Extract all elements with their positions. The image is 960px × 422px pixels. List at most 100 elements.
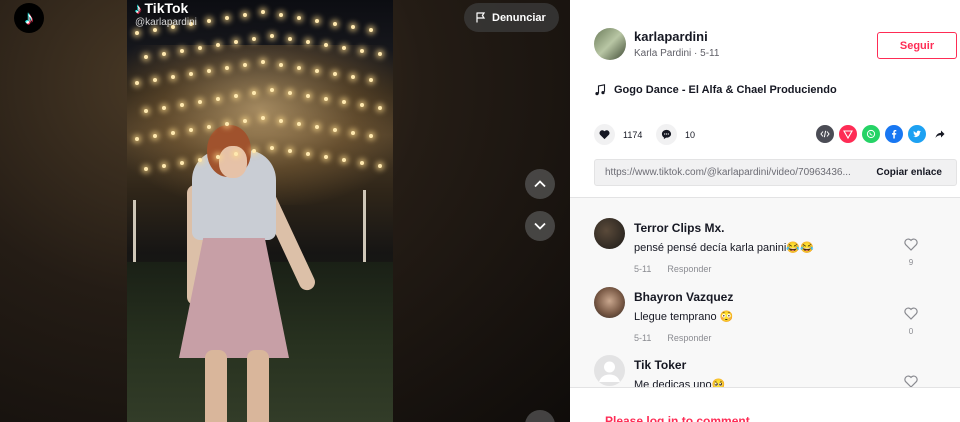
copy-link-button[interactable]: Copiar enlace	[866, 167, 956, 178]
report-button[interactable]: Denunciar	[464, 3, 559, 32]
flag-icon	[476, 12, 486, 23]
light-bulb	[324, 43, 328, 47]
light-bulb	[333, 72, 337, 76]
comments-list[interactable]: Terror Clips Mx. pensé pensé decía karla…	[570, 197, 960, 387]
commenter-name[interactable]: Tik Toker	[634, 358, 914, 372]
author-username[interactable]: karlapardini	[634, 29, 719, 44]
comment-like[interactable]: 9	[903, 238, 919, 267]
light-bulb	[351, 131, 355, 135]
default-avatar-icon	[599, 361, 620, 382]
like-count: 1174	[623, 129, 643, 140]
video-link-url[interactable]: https://www.tiktok.com/@karlapardini/vid…	[595, 167, 866, 178]
author-display-name: Karla Pardini	[634, 48, 692, 59]
commenter-avatar[interactable]	[594, 287, 625, 318]
light-bulb	[198, 100, 202, 104]
light-bulb	[234, 94, 238, 98]
comment-like[interactable]	[903, 375, 919, 387]
previous-video-button[interactable]	[525, 169, 555, 199]
heart-outline-icon	[904, 307, 918, 320]
light-bulb	[324, 97, 328, 101]
video-link-box: https://www.tiktok.com/@karlapardini/vid…	[594, 159, 957, 186]
light-bulb	[306, 152, 310, 156]
light-bulb	[288, 37, 292, 41]
light-bulb	[252, 91, 256, 95]
light-bulb	[234, 40, 238, 44]
music-link[interactable]: Gogo Dance - El Alfa & Chael Produciendo	[594, 84, 837, 96]
light-bulb	[342, 46, 346, 50]
light-bulb	[162, 164, 166, 168]
like-button[interactable]	[594, 124, 615, 145]
commenter-name[interactable]: Bhayron Vazquez	[634, 290, 914, 304]
commenter-avatar[interactable]	[594, 355, 625, 386]
tiktok-video-page: ♪ ♪ TikTok @karlapardini Denunciar karla…	[0, 0, 960, 422]
reply-button[interactable]: Responder	[667, 333, 711, 343]
person-leg	[247, 350, 269, 422]
light-bulb	[234, 152, 238, 156]
reply-button[interactable]: Responder	[667, 264, 711, 274]
light-bulb	[135, 81, 139, 85]
embed-icon[interactable]	[816, 125, 834, 143]
light-bulb	[180, 103, 184, 107]
tiktok-logo-icon[interactable]: ♪	[14, 3, 44, 33]
light-bulb	[144, 167, 148, 171]
light-bulb	[288, 91, 292, 95]
watermark-username: @karlapardini	[135, 17, 197, 28]
light-bulb	[270, 88, 274, 92]
video-watermark: ♪ TikTok @karlapardini	[135, 0, 197, 28]
commenter-avatar[interactable]	[594, 218, 625, 249]
light-bulb	[189, 128, 193, 132]
light-bulb	[189, 72, 193, 76]
comment-like-count: 9	[908, 258, 914, 267]
light-bulb	[252, 149, 256, 153]
music-note-icon	[595, 84, 606, 96]
light-bulb	[144, 109, 148, 113]
comment-like-count: 0	[908, 327, 914, 336]
person-face	[219, 146, 247, 178]
light-bulb	[288, 149, 292, 153]
comment-date: 5-11	[634, 333, 652, 343]
watermark-brand: TikTok	[144, 0, 189, 16]
heart-outline-icon	[904, 375, 918, 387]
light-bulb	[216, 97, 220, 101]
share-arrow-icon[interactable]	[931, 125, 949, 143]
comment-button[interactable]	[656, 124, 677, 145]
author-subtitle: Karla Pardini · 5-11	[634, 48, 720, 59]
light-bulb	[207, 19, 211, 23]
light-bulb	[342, 100, 346, 104]
light-bulb	[225, 66, 229, 70]
comment-text: Llegue temprano 😳	[634, 311, 734, 323]
twitter-icon[interactable]	[908, 125, 926, 143]
author-avatar[interactable]	[594, 28, 626, 60]
light-bulb	[153, 78, 157, 82]
light-bulb	[279, 119, 283, 123]
facebook-icon[interactable]	[885, 125, 903, 143]
commenter-name[interactable]: Terror Clips Mx.	[634, 221, 914, 235]
light-bulb	[153, 134, 157, 138]
whatsapp-icon[interactable]	[862, 125, 880, 143]
direct-send-icon[interactable]	[839, 125, 857, 143]
author-header: karlapardini Karla Pardini · 5-11	[594, 28, 719, 60]
light-bulb	[297, 66, 301, 70]
light-bulb	[243, 63, 247, 67]
light-bulb	[369, 134, 373, 138]
comment-like[interactable]: 0	[903, 307, 919, 336]
light-bulb	[342, 158, 346, 162]
next-video-button[interactable]	[525, 211, 555, 241]
light-bulb	[216, 155, 220, 159]
video-player[interactable]	[127, 0, 393, 422]
post-date: 5-11	[700, 48, 720, 59]
follow-button[interactable]: Seguir	[877, 32, 957, 59]
light-bulb	[171, 131, 175, 135]
comment-text: Me dedicas uno🥺	[634, 379, 726, 387]
light-bulb	[306, 40, 310, 44]
login-to-comment-link[interactable]: Please log in to comment	[605, 414, 750, 422]
light-bulb	[261, 10, 265, 14]
light-bulb	[315, 125, 319, 129]
comment-action[interactable]: 10	[656, 124, 695, 145]
light-bulb	[180, 49, 184, 53]
light-bulb	[315, 19, 319, 23]
light-bulb	[378, 164, 382, 168]
light-bulb	[279, 13, 283, 17]
like-action[interactable]: 1174	[594, 124, 642, 145]
share-buttons	[816, 125, 949, 143]
